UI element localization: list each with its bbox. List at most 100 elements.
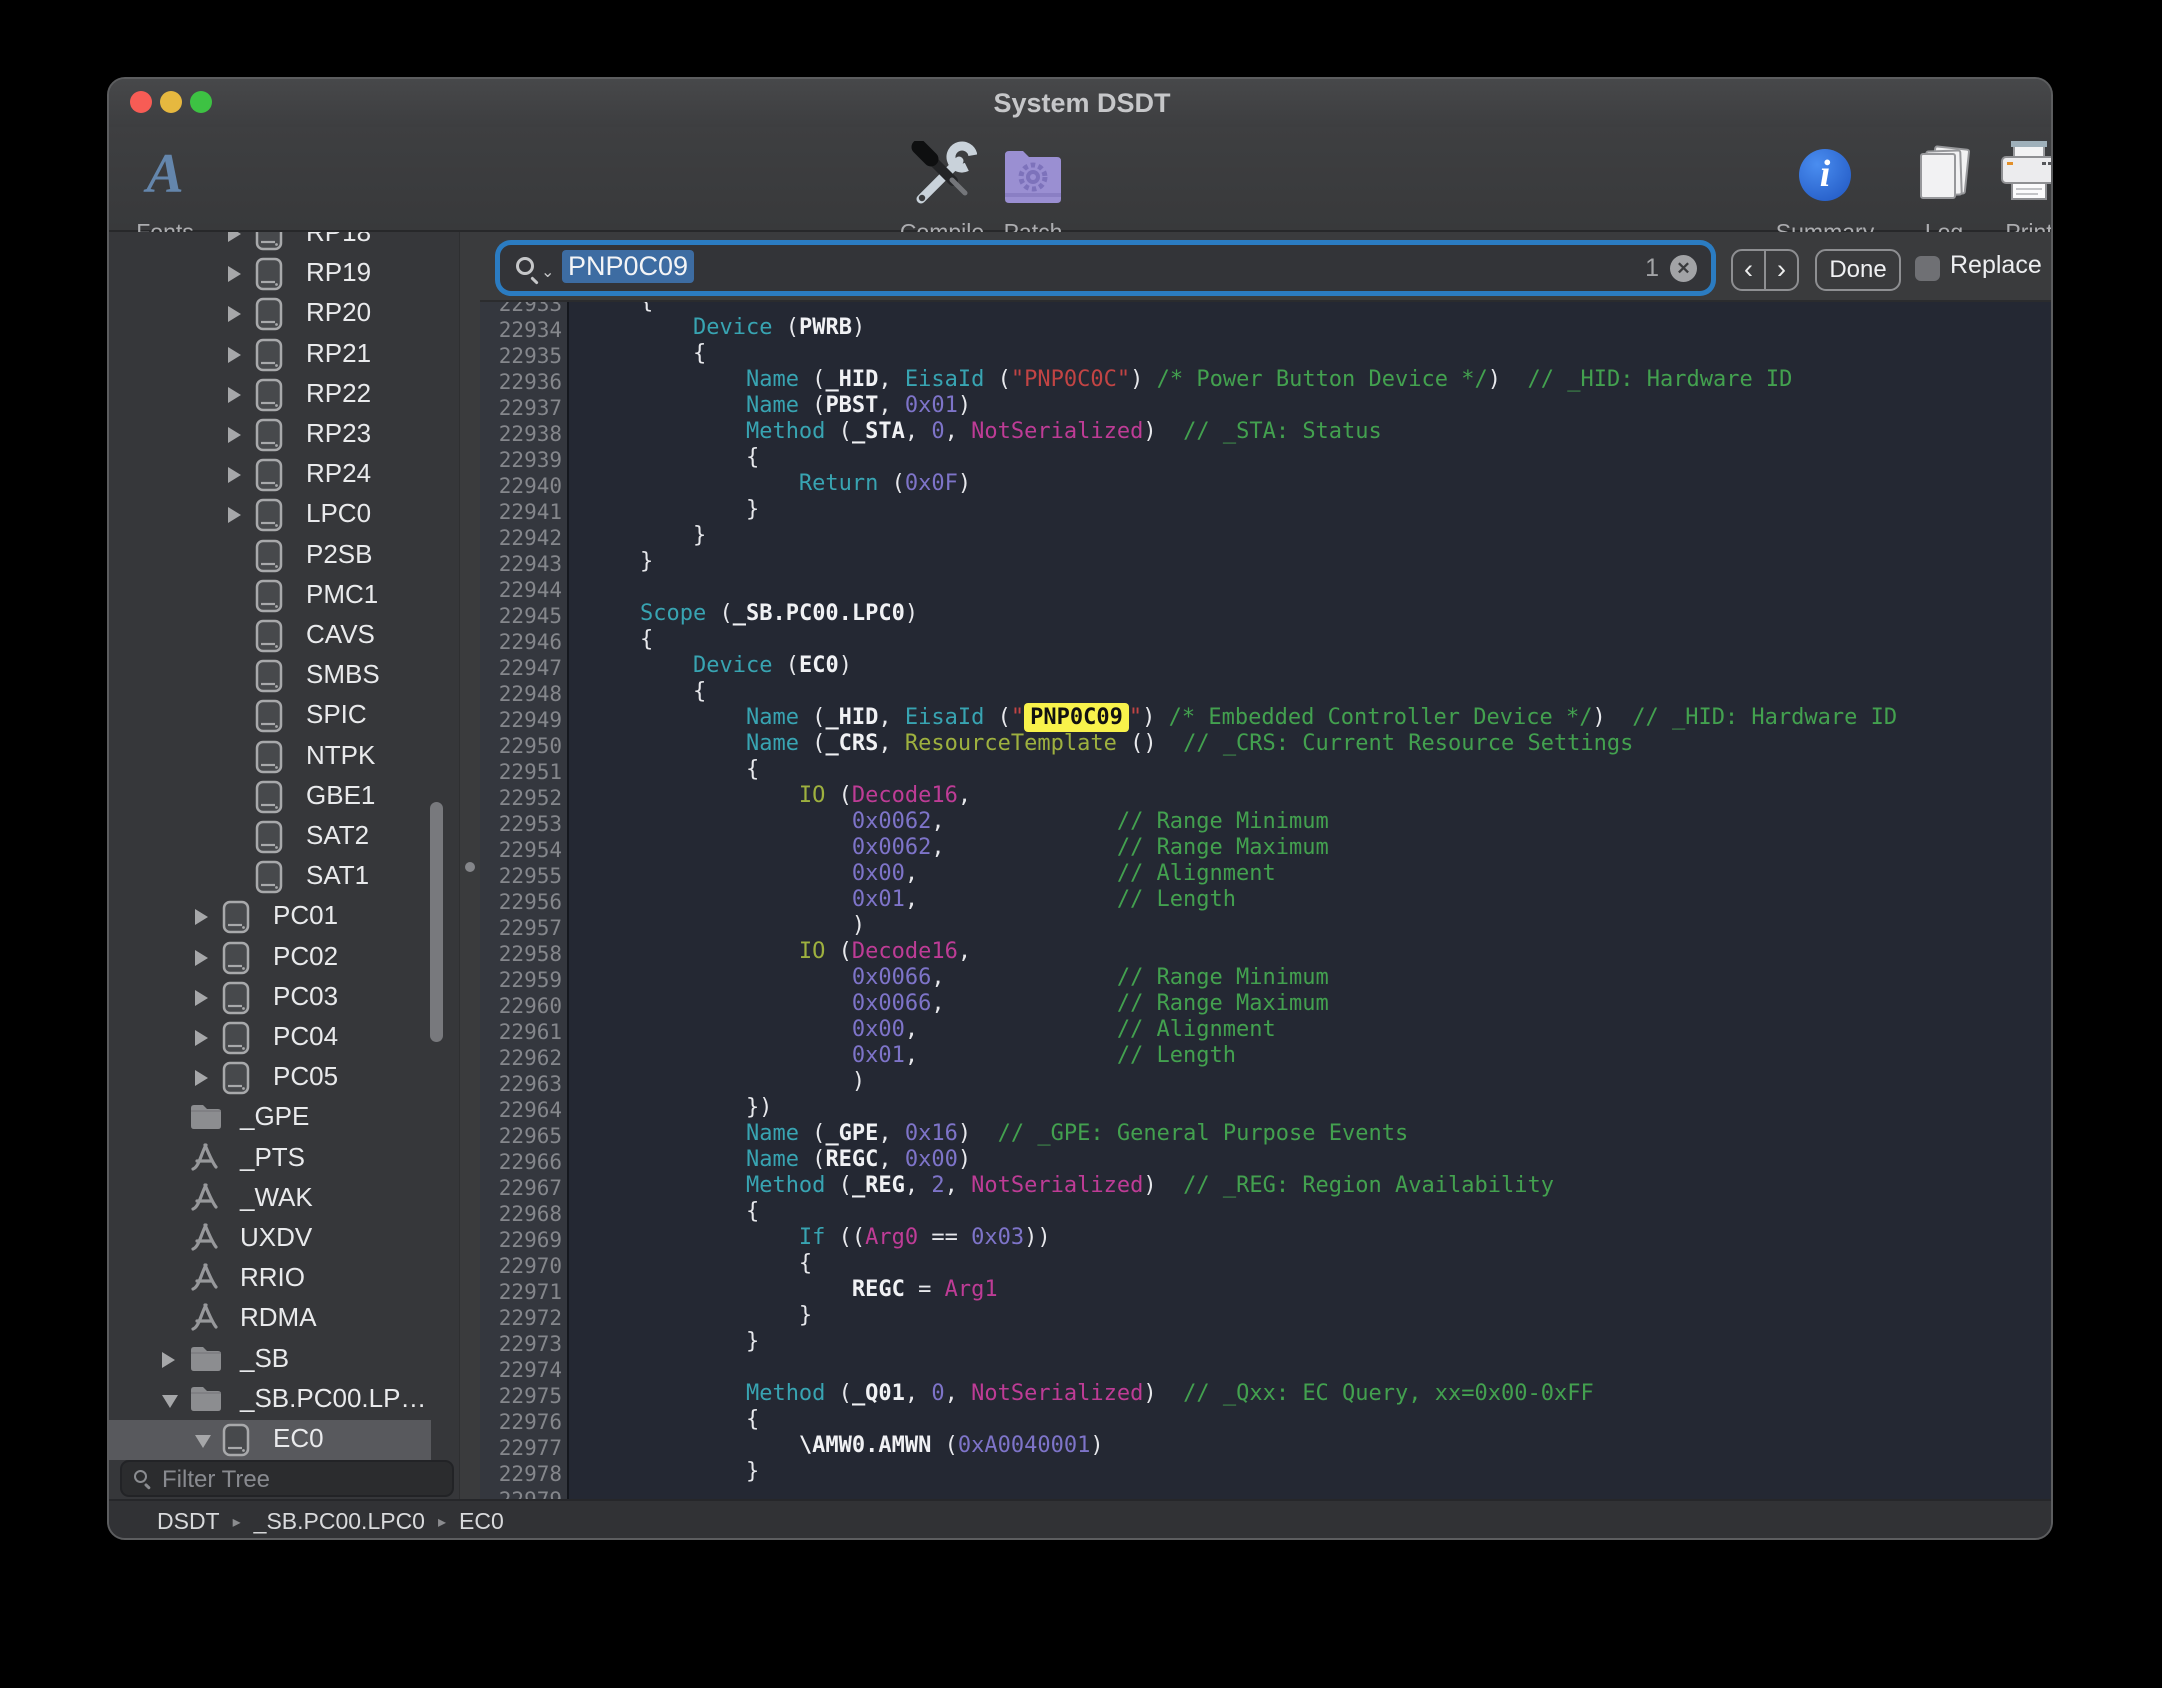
tree-item-label: PC04 xyxy=(273,1021,338,1052)
code-line: { xyxy=(587,757,759,782)
folder-icon xyxy=(189,1101,221,1134)
tree-item-rp20[interactable]: RP20 xyxy=(109,294,431,334)
breadcrumb-separator-icon: ▸ xyxy=(233,1512,241,1532)
device-icon xyxy=(255,539,283,578)
tree-item-label: RP22 xyxy=(306,378,371,409)
code-line: Name (_CRS, ResourceTemplate () // _CRS:… xyxy=(587,731,1633,756)
tree-item-rp22[interactable]: RP22 xyxy=(109,375,431,415)
device-icon xyxy=(255,659,283,698)
disclosure-right-icon[interactable] xyxy=(195,909,208,925)
tree-item-smbs[interactable]: SMBS xyxy=(109,656,431,696)
tree-item-label: _WAK xyxy=(240,1182,313,1213)
tree-item-ntpk[interactable]: NTPK xyxy=(109,737,431,777)
print-button[interactable]: Print xyxy=(1989,127,2053,232)
find-previous-button[interactable]: ‹ xyxy=(1733,251,1766,289)
tree-item--gpe[interactable]: _GPE xyxy=(109,1098,431,1138)
code-line: 0x01, // Length xyxy=(587,1043,1236,1068)
tree-item--sb-pc00-lp-[interactable]: _SB.PC00.LP… xyxy=(109,1380,431,1420)
code-line: 0x0062, // Range Minimum xyxy=(587,809,1329,834)
disclosure-right-icon[interactable] xyxy=(195,1030,208,1046)
tree-item-rp23[interactable]: RP23 xyxy=(109,415,431,455)
code-line: } xyxy=(587,523,706,548)
title-bar: System DSDT xyxy=(109,79,2051,127)
tree-item-rdma[interactable]: RDMA xyxy=(109,1299,431,1339)
device-icon xyxy=(255,860,283,899)
tree-item--wak[interactable]: _WAK xyxy=(109,1179,431,1219)
disclosure-down-icon[interactable] xyxy=(162,1395,178,1408)
clear-search-button[interactable]: ✕ xyxy=(1670,255,1697,282)
tree-item-label: RP20 xyxy=(306,297,371,328)
tree-item-pc04[interactable]: PC04 xyxy=(109,1018,431,1058)
disclosure-right-icon[interactable] xyxy=(228,427,241,443)
disclosure-down-icon[interactable] xyxy=(195,1435,211,1448)
status-bar: DSDT▸_SB.PC00.LPC0▸EC0 xyxy=(109,1499,2051,1540)
tree-item-lpc0[interactable]: LPC0 xyxy=(109,495,431,535)
disclosure-right-icon[interactable] xyxy=(228,266,241,282)
disclosure-right-icon[interactable] xyxy=(195,950,208,966)
search-icon[interactable] xyxy=(516,257,534,275)
disclosure-right-icon[interactable] xyxy=(162,1352,175,1368)
tree-item-gbe1[interactable]: GBE1 xyxy=(109,777,431,817)
tree-item-pmc1[interactable]: PMC1 xyxy=(109,576,431,616)
tree-item-rp24[interactable]: RP24 xyxy=(109,455,431,495)
tree-item-ec0[interactable]: EC0 xyxy=(109,1420,431,1460)
patch-button[interactable]: Patch xyxy=(983,127,1083,232)
tree-item-label: SAT1 xyxy=(306,860,369,891)
device-icon xyxy=(255,699,283,738)
tree-item-p2sb[interactable]: P2SB xyxy=(109,536,431,576)
sidebar-scrollbar-thumb[interactable] xyxy=(430,802,443,1042)
disclosure-right-icon[interactable] xyxy=(195,1070,208,1086)
summary-button[interactable]: i Summary xyxy=(1765,127,1885,232)
code-line: } xyxy=(587,1303,812,1328)
tree-item-cavs[interactable]: CAVS xyxy=(109,616,431,656)
tree-item-pc05[interactable]: PC05 xyxy=(109,1058,431,1098)
tree-item-label: PC01 xyxy=(273,900,338,931)
breadcrumb-segment[interactable]: DSDT xyxy=(157,1508,220,1535)
replace-label: Replace xyxy=(1950,251,2042,280)
code-line: Return (0x0F) xyxy=(587,471,971,496)
disclosure-right-icon[interactable] xyxy=(228,387,241,403)
tree-item--pts[interactable]: _PTS xyxy=(109,1139,431,1179)
tree-item-uxdv[interactable]: UXDV xyxy=(109,1219,431,1259)
fonts-button[interactable]: A Fonts xyxy=(125,127,205,232)
code-line: Device (EC0) xyxy=(587,653,852,678)
tree-item-sat2[interactable]: SAT2 xyxy=(109,817,431,857)
split-divider[interactable] xyxy=(459,232,480,1499)
device-icon xyxy=(222,941,250,980)
tree-item-label: RP23 xyxy=(306,418,371,449)
tree-item-rrio[interactable]: RRIO xyxy=(109,1259,431,1299)
tree-item--sb[interactable]: _SB xyxy=(109,1340,431,1380)
disclosure-right-icon[interactable] xyxy=(228,347,241,363)
tree-item-spic[interactable]: SPIC xyxy=(109,696,431,736)
disclosure-right-icon[interactable] xyxy=(228,467,241,483)
line-numbers: 22933 22934 22935 22936 22937 22938 2293… xyxy=(480,291,562,1499)
code-line: IO (Decode16, xyxy=(587,939,971,964)
code-line: Method (_STA, 0, NotSerialized) // _STA:… xyxy=(587,419,1382,444)
tree-item-rp21[interactable]: RP21 xyxy=(109,335,431,375)
tree-item-pc02[interactable]: PC02 xyxy=(109,938,431,978)
log-button[interactable]: Log xyxy=(1904,127,1984,232)
filter-tree-input[interactable]: Filter Tree xyxy=(120,1460,454,1497)
breadcrumb-segment[interactable]: EC0 xyxy=(459,1508,504,1535)
find-next-button[interactable]: › xyxy=(1766,251,1797,289)
tree-item-rp18[interactable]: RP18 xyxy=(109,232,431,254)
disclosure-right-icon[interactable] xyxy=(228,507,241,523)
done-button[interactable]: Done xyxy=(1815,249,1901,291)
code-line: { xyxy=(587,679,706,704)
device-icon xyxy=(255,297,283,336)
tree-item-pc03[interactable]: PC03 xyxy=(109,978,431,1018)
method-icon xyxy=(189,1142,219,1177)
disclosure-right-icon[interactable] xyxy=(228,306,241,322)
tree-item-rp19[interactable]: RP19 xyxy=(109,254,431,294)
code-line: { xyxy=(587,1199,759,1224)
tree-item-sat1[interactable]: SAT1 xyxy=(109,857,431,897)
tree-item-pc01[interactable]: PC01 xyxy=(109,897,431,937)
breadcrumb-segment[interactable]: _SB.PC00.LPC0 xyxy=(254,1508,425,1535)
search-input[interactable]: ⌄ PNP0C09 1 ✕ xyxy=(500,245,1711,291)
disclosure-right-icon[interactable] xyxy=(228,232,241,242)
disclosure-right-icon[interactable] xyxy=(195,990,208,1006)
replace-checkbox[interactable] xyxy=(1915,256,1940,281)
device-icon xyxy=(255,579,283,618)
compile-button[interactable]: Compile xyxy=(892,127,992,232)
info-icon: i xyxy=(1799,149,1851,201)
